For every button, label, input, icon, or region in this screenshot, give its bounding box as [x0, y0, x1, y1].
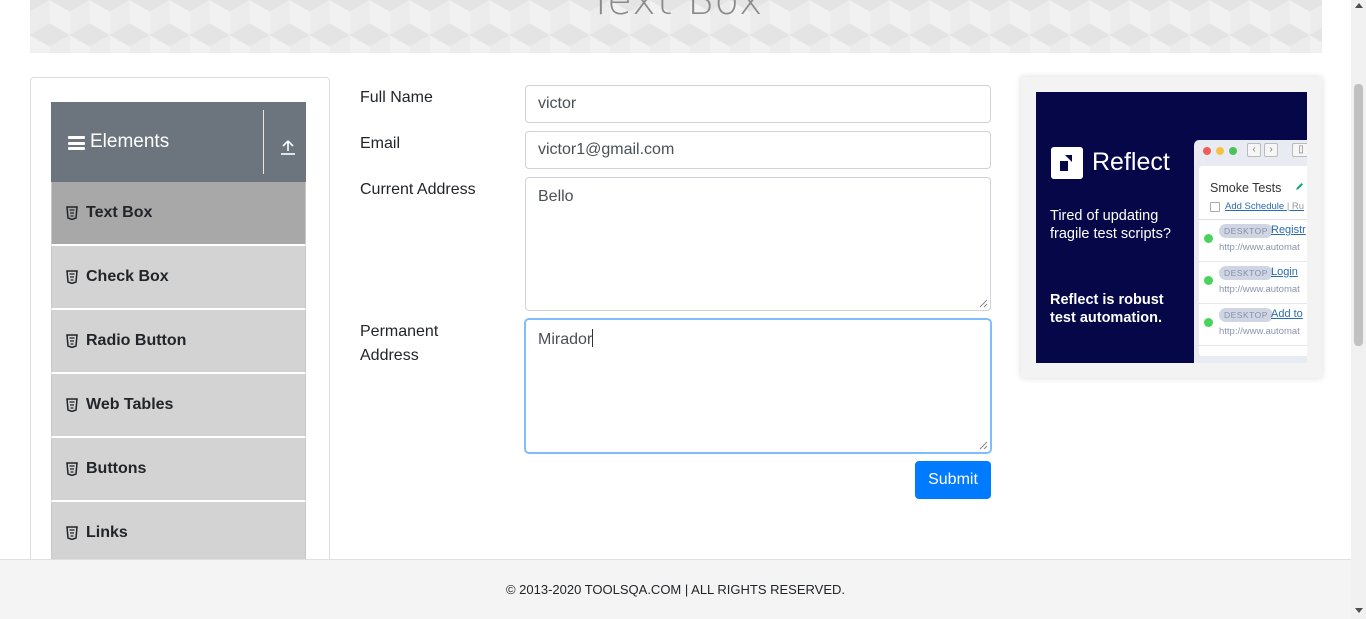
email-label: Email: [360, 135, 401, 152]
current-address-label: Current Address: [360, 181, 476, 198]
copyright-text: © 2013-2020 TOOLSQA.COM | ALL RIGHTS RES…: [505, 582, 846, 597]
html5-icon: [66, 206, 78, 220]
sidebar-item-label: Links: [86, 524, 128, 541]
forward-icon: ›: [1264, 143, 1278, 157]
sidebar-item-label: Web Tables: [86, 396, 174, 413]
pencil-icon: [1296, 183, 1303, 190]
html5-icon: [66, 334, 78, 348]
submit-button[interactable]: Submit: [915, 461, 991, 499]
sidebar-item-links[interactable]: Links: [51, 502, 306, 566]
test-url: http://www.automat: [1219, 284, 1300, 295]
vertical-scrollbar[interactable]: [1351, 0, 1366, 619]
html5-icon: [66, 526, 78, 540]
ad-container: Reflect Tired of updating fragile test s…: [1021, 77, 1322, 378]
resize-handle-icon[interactable]: [979, 299, 988, 308]
sidebar-item-label: Check Box: [86, 268, 169, 285]
add-schedule-link: Add Schedule | Ru: [1225, 201, 1305, 212]
ad-pitch: Reflect is robust test automation.: [1050, 292, 1164, 326]
footer: © 2013-2020 TOOLSQA.COM | ALL RIGHTS RES…: [0, 559, 1351, 619]
header-divider: [263, 110, 264, 174]
group-title: Elements: [90, 131, 170, 152]
html5-icon: [66, 398, 78, 412]
collapse-arrow-icon[interactable]: [279, 138, 297, 156]
status-dot: [1204, 318, 1213, 327]
scroll-up-icon[interactable]: [1355, 3, 1363, 8]
sidebar-item-label: Buttons: [86, 460, 147, 477]
reflect-logo-icon: [1051, 147, 1083, 179]
html5-icon: [66, 462, 78, 476]
permanent-address-label: Permanent Address: [360, 320, 438, 368]
test-url: http://www.automat: [1219, 242, 1300, 253]
test-row: DESKTOP Login http://www.automat: [1199, 262, 1307, 304]
back-icon: ‹: [1247, 143, 1261, 157]
sidebar-item-check-box[interactable]: Check Box: [51, 246, 306, 310]
email-input[interactable]: victor1@gmail.com: [525, 131, 991, 169]
hamburger-icon: [68, 136, 85, 150]
platform-badge: DESKTOP: [1219, 308, 1273, 322]
sidebar-toggle-icon: ▯: [1292, 143, 1307, 157]
sidebar-item-text-box[interactable]: Text Box: [51, 182, 306, 246]
permanent-address-label-line1: Permanent: [360, 323, 439, 340]
full-name-input[interactable]: victor: [525, 85, 991, 123]
status-dot: [1204, 276, 1213, 285]
status-dot: [1204, 234, 1213, 243]
sidebar-item-buttons[interactable]: Buttons: [51, 438, 306, 502]
permanent-address-textarea[interactable]: Mirador: [525, 319, 991, 453]
reflect-ad[interactable]: Reflect Tired of updating fragile test s…: [1036, 92, 1307, 363]
test-row: DESKTOP Registr http://www.automat: [1199, 220, 1307, 262]
select-checkbox: [1210, 202, 1220, 212]
test-name: Login: [1271, 266, 1298, 278]
sidebar-item-radio-button[interactable]: Radio Button: [51, 310, 306, 374]
sidebar: Elements Text Box Check Box Radio Button: [30, 77, 330, 577]
scroll-down-icon[interactable]: [1355, 608, 1363, 613]
elements-group-header[interactable]: Elements: [51, 102, 306, 182]
ad-app-panel: Smoke Tests Add Schedule | Ru DESKTOP Re…: [1199, 166, 1307, 356]
sidebar-item-label: Radio Button: [86, 332, 187, 349]
test-row: DESKTOP Add to http://www.automat: [1199, 304, 1307, 346]
sidebar-item-label: Text Box: [86, 204, 153, 221]
permanent-address-value: Mirador: [538, 331, 593, 348]
full-name-label: Full Name: [360, 89, 433, 106]
page-title: Text Box: [588, 0, 764, 24]
current-address-textarea[interactable]: Bello: [525, 177, 991, 311]
text-caret: [592, 329, 594, 347]
ad-browser-mockup: ‹ › ▯ Smoke Tests Add Schedule | Ru DESK…: [1194, 140, 1307, 363]
page: Text Box Elements Text Box Check Box Rad…: [0, 0, 1366, 619]
permanent-address-label-line2: Address: [360, 347, 419, 364]
platform-badge: DESKTOP: [1219, 224, 1273, 238]
sidebar-menu: Text Box Check Box Radio Button Web Tabl…: [51, 182, 306, 566]
test-name: Registr: [1271, 224, 1306, 236]
sidebar-item-web-tables[interactable]: Web Tables: [51, 374, 306, 438]
platform-badge: DESKTOP: [1219, 266, 1273, 280]
test-name: Add to: [1271, 308, 1303, 320]
resize-handle-icon[interactable]: [979, 441, 988, 450]
html5-icon: [66, 270, 78, 284]
test-url: http://www.automat: [1219, 326, 1300, 337]
scrollbar-thumb[interactable]: [1354, 84, 1363, 346]
page-banner: Text Box: [30, 0, 1322, 53]
ad-brand: Reflect: [1092, 148, 1170, 176]
ad-tagline: Tired of updating fragile test scripts?: [1050, 208, 1171, 242]
suite-title: Smoke Tests: [1210, 181, 1282, 195]
current-address-value: Bello: [538, 188, 574, 205]
